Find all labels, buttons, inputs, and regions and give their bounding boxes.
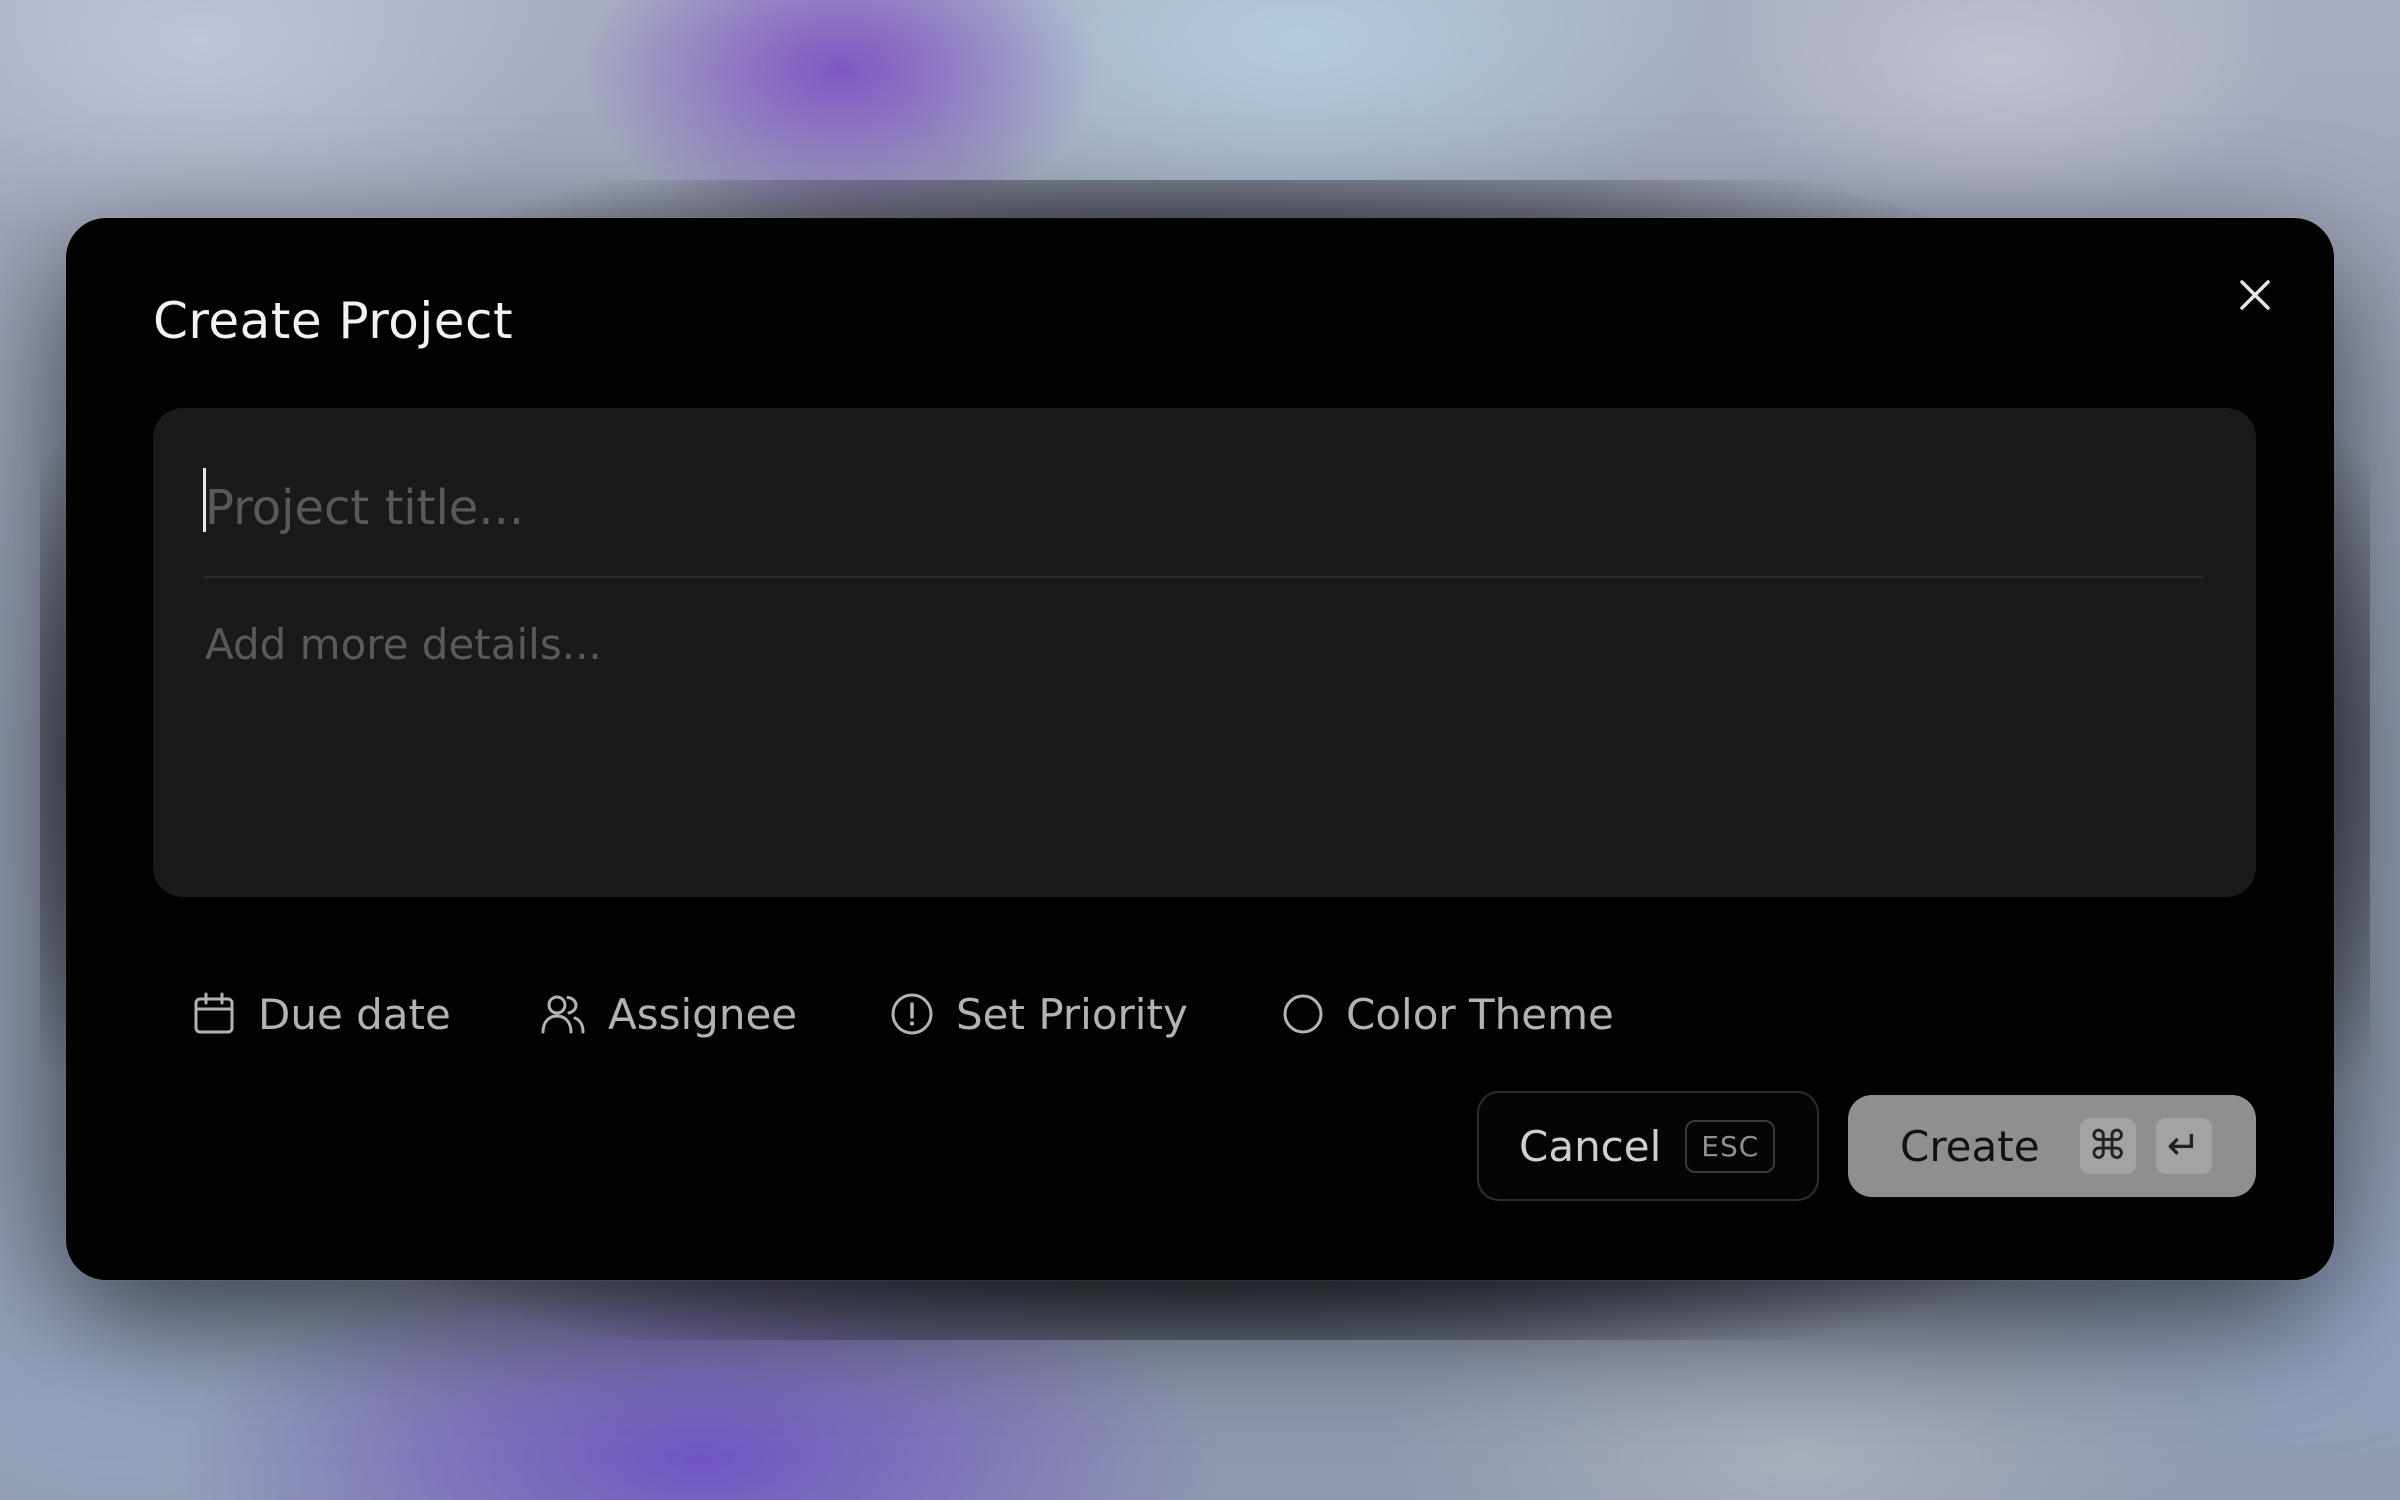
- create-label: Create: [1900, 1121, 2040, 1171]
- assignee-label: Assignee: [608, 989, 798, 1039]
- cancel-label: Cancel: [1519, 1121, 1662, 1171]
- color-theme-button[interactable]: Color Theme: [1282, 978, 1614, 1050]
- alert-circle-icon: [891, 993, 933, 1035]
- close-button[interactable]: [2230, 270, 2280, 320]
- set-priority-button[interactable]: Set Priority: [890, 978, 1188, 1050]
- users-icon: [541, 995, 585, 1034]
- enter-key-icon: ↵: [2155, 1118, 2212, 1174]
- due-date-label: Due date: [258, 989, 451, 1039]
- cancel-button[interactable]: Cancel ESC: [1477, 1091, 1819, 1201]
- editor-divider: [203, 576, 2203, 578]
- dialog-title: Create Project: [153, 292, 514, 350]
- esc-shortcut-badge: ESC: [1685, 1119, 1776, 1173]
- assignee-button[interactable]: Assignee: [540, 978, 797, 1050]
- due-date-button[interactable]: Due date: [192, 978, 451, 1050]
- color-theme-label: Color Theme: [1346, 989, 1614, 1039]
- set-priority-label: Set Priority: [956, 989, 1188, 1039]
- project-editor: [153, 408, 2256, 897]
- close-icon: [2240, 280, 2270, 310]
- calendar-icon: [194, 992, 234, 1034]
- project-title-input[interactable]: [205, 463, 2195, 553]
- create-button[interactable]: Create ⌘ ↵: [1848, 1095, 2256, 1197]
- text-caret: [203, 468, 206, 532]
- command-key-icon: ⌘: [2079, 1118, 2136, 1174]
- circle-icon: [1283, 994, 1323, 1034]
- project-details-input[interactable]: [205, 620, 2195, 860]
